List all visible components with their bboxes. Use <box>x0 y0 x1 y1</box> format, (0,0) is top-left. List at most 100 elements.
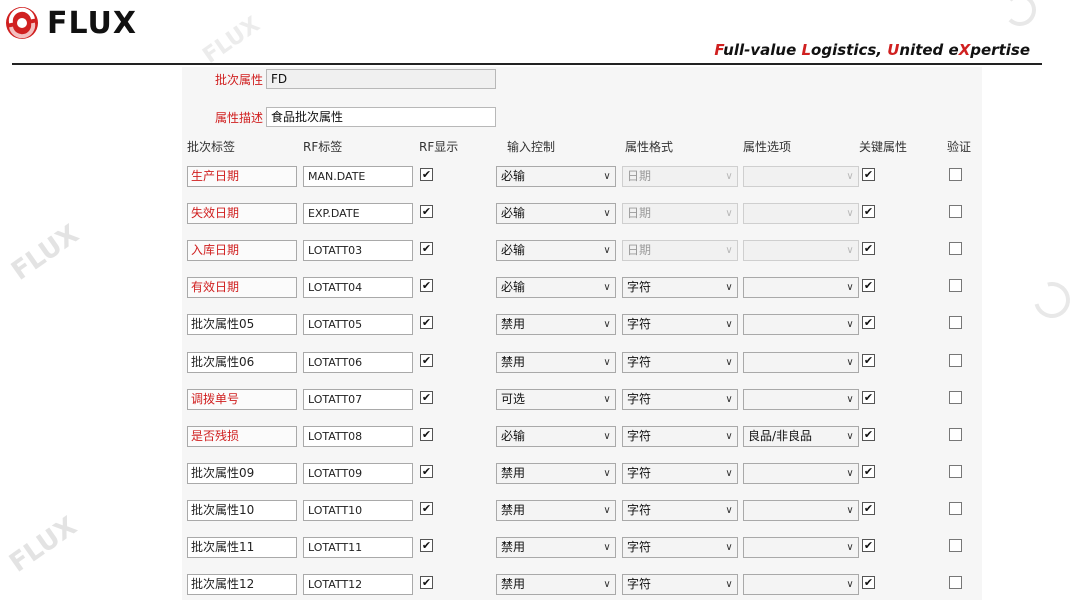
attr-option-select[interactable]: ∨ <box>743 240 859 262</box>
attr-format-select[interactable]: 字符 ∨ <box>622 314 738 336</box>
verify-checkbox[interactable] <box>949 205 962 219</box>
rf-display-checkbox[interactable]: ✔ <box>420 353 433 367</box>
attr-format-select[interactable]: 日期 ∨ <box>622 166 738 187</box>
rf-display-checkbox[interactable]: ✔ <box>420 539 433 552</box>
batch-label-input[interactable]: 有效日期 <box>187 277 297 299</box>
rf-label-input[interactable]: LOTATT12 <box>303 574 413 596</box>
attr-format-select[interactable]: 字符 ∨ <box>622 462 738 484</box>
rf-display-checkbox[interactable]: ✔ <box>420 390 433 404</box>
batch-label-input[interactable]: 批次属性09 <box>187 462 297 484</box>
input-control-select[interactable]: 必输 ∨ <box>496 203 616 225</box>
verify-checkbox[interactable] <box>949 316 962 330</box>
key-attr-checkbox[interactable]: ✔ <box>862 168 875 181</box>
verify-checkbox[interactable] <box>949 353 962 367</box>
verify-checkbox[interactable] <box>949 501 962 515</box>
attr-format-select[interactable]: 字符 ∨ <box>622 499 738 521</box>
verify-checkbox[interactable] <box>949 168 962 181</box>
rf-display-checkbox[interactable]: ✔ <box>420 427 433 441</box>
attr-format-select[interactable]: 字符 ∨ <box>622 351 738 373</box>
rf-display-checkbox[interactable]: ✔ <box>420 279 433 293</box>
attr-option-select[interactable]: ∨ <box>743 499 859 521</box>
attr-format-select[interactable]: 字符 ∨ <box>622 537 738 558</box>
attr-option-select[interactable]: ∨ <box>743 388 859 410</box>
rf-label-input[interactable]: MAN.DATE <box>303 166 413 187</box>
key-attr-checkbox[interactable]: ✔ <box>862 316 875 330</box>
rf-display-checkbox[interactable]: ✔ <box>420 242 433 256</box>
batch-label-input[interactable]: 批次属性05 <box>187 314 297 336</box>
key-attr-checkbox[interactable]: ✔ <box>862 353 875 367</box>
rf-display-checkbox[interactable]: ✔ <box>420 464 433 478</box>
verify-checkbox[interactable] <box>949 427 962 441</box>
attr-option-select[interactable]: ∨ <box>743 166 859 187</box>
batch-label-input[interactable]: 批次属性12 <box>187 574 297 596</box>
rf-label-input[interactable]: LOTATT03 <box>303 240 413 262</box>
batch-label-input[interactable]: 是否残损 <box>187 425 297 447</box>
rf-label-input[interactable]: LOTATT05 <box>303 314 413 336</box>
chevron-down-icon: ∨ <box>846 356 854 368</box>
key-attr-checkbox[interactable]: ✔ <box>862 501 875 515</box>
input-control-select[interactable]: 必输 ∨ <box>496 425 616 447</box>
rf-label-input[interactable]: LOTATT04 <box>303 277 413 299</box>
attr-desc-input[interactable]: 食品批次属性 <box>266 107 496 127</box>
attr-format-select[interactable]: 日期 ∨ <box>622 203 738 225</box>
key-attr-checkbox[interactable]: ✔ <box>862 576 875 590</box>
chevron-down-icon: ∨ <box>725 171 733 182</box>
rf-display-checkbox[interactable]: ✔ <box>420 205 433 219</box>
batch-label-input[interactable]: 批次属性11 <box>187 537 297 558</box>
verify-checkbox[interactable] <box>949 279 962 293</box>
batch-label-input[interactable]: 调拨单号 <box>187 388 297 410</box>
batch-label-input[interactable]: 批次属性10 <box>187 499 297 521</box>
input-control-select[interactable]: 禁用 ∨ <box>496 574 616 596</box>
attr-format-select[interactable]: 字符 ∨ <box>622 277 738 299</box>
attr-format-select[interactable]: 字符 ∨ <box>622 574 738 596</box>
rf-label-input[interactable]: LOTATT11 <box>303 537 413 558</box>
batch-label-input[interactable]: 生产日期 <box>187 166 297 187</box>
input-control-select[interactable]: 禁用 ∨ <box>496 499 616 521</box>
batch-attr-input[interactable]: FD <box>266 69 496 89</box>
attr-option-select[interactable]: ∨ <box>743 537 859 558</box>
attr-option-select[interactable]: ∨ <box>743 314 859 336</box>
input-control-select[interactable]: 必输 ∨ <box>496 240 616 262</box>
verify-checkbox[interactable] <box>949 242 962 256</box>
verify-checkbox[interactable] <box>949 539 962 552</box>
rf-label-input[interactable]: LOTATT07 <box>303 388 413 410</box>
input-control-select[interactable]: 必输 ∨ <box>496 166 616 187</box>
rf-display-checkbox[interactable]: ✔ <box>420 168 433 181</box>
rf-label-input[interactable]: LOTATT10 <box>303 499 413 521</box>
input-control-select[interactable]: 禁用 ∨ <box>496 314 616 336</box>
input-control-select[interactable]: 禁用 ∨ <box>496 351 616 373</box>
batch-label-input[interactable]: 失效日期 <box>187 203 297 225</box>
key-attr-checkbox[interactable]: ✔ <box>862 242 875 256</box>
key-attr-checkbox[interactable]: ✔ <box>862 539 875 552</box>
input-control-select[interactable]: 可选 ∨ <box>496 388 616 410</box>
key-attr-checkbox[interactable]: ✔ <box>862 279 875 293</box>
rf-display-checkbox[interactable]: ✔ <box>420 576 433 590</box>
attr-format-select[interactable]: 日期 ∨ <box>622 240 738 262</box>
attr-option-select[interactable]: ∨ <box>743 462 859 484</box>
attr-option-select[interactable]: ∨ <box>743 277 859 299</box>
attr-option-select[interactable]: ∨ <box>743 351 859 373</box>
key-attr-checkbox[interactable]: ✔ <box>862 390 875 404</box>
verify-checkbox[interactable] <box>949 390 962 404</box>
batch-label-input[interactable]: 入库日期 <box>187 240 297 262</box>
attr-option-select[interactable]: 良品/非良品 ∨ <box>743 425 859 447</box>
input-control-select[interactable]: 禁用 ∨ <box>496 537 616 558</box>
attr-format-select[interactable]: 字符 ∨ <box>622 425 738 447</box>
key-attr-checkbox[interactable]: ✔ <box>862 205 875 219</box>
batch-label-input[interactable]: 批次属性06 <box>187 351 297 373</box>
rf-label-input[interactable]: EXP.DATE <box>303 203 413 225</box>
rf-label-input[interactable]: LOTATT06 <box>303 351 413 373</box>
attr-option-select[interactable]: ∨ <box>743 574 859 596</box>
rf-display-checkbox[interactable]: ✔ <box>420 316 433 330</box>
key-attr-checkbox[interactable]: ✔ <box>862 464 875 478</box>
attr-option-select[interactable]: ∨ <box>743 203 859 225</box>
rf-display-checkbox[interactable]: ✔ <box>420 501 433 515</box>
verify-checkbox[interactable] <box>949 576 962 590</box>
key-attr-checkbox[interactable]: ✔ <box>862 427 875 441</box>
rf-label-input[interactable]: LOTATT08 <box>303 425 413 447</box>
rf-label-input[interactable]: LOTATT09 <box>303 462 413 484</box>
input-control-select[interactable]: 必输 ∨ <box>496 277 616 299</box>
attr-format-select[interactable]: 字符 ∨ <box>622 388 738 410</box>
input-control-select[interactable]: 禁用 ∨ <box>496 462 616 484</box>
verify-checkbox[interactable] <box>949 464 962 478</box>
